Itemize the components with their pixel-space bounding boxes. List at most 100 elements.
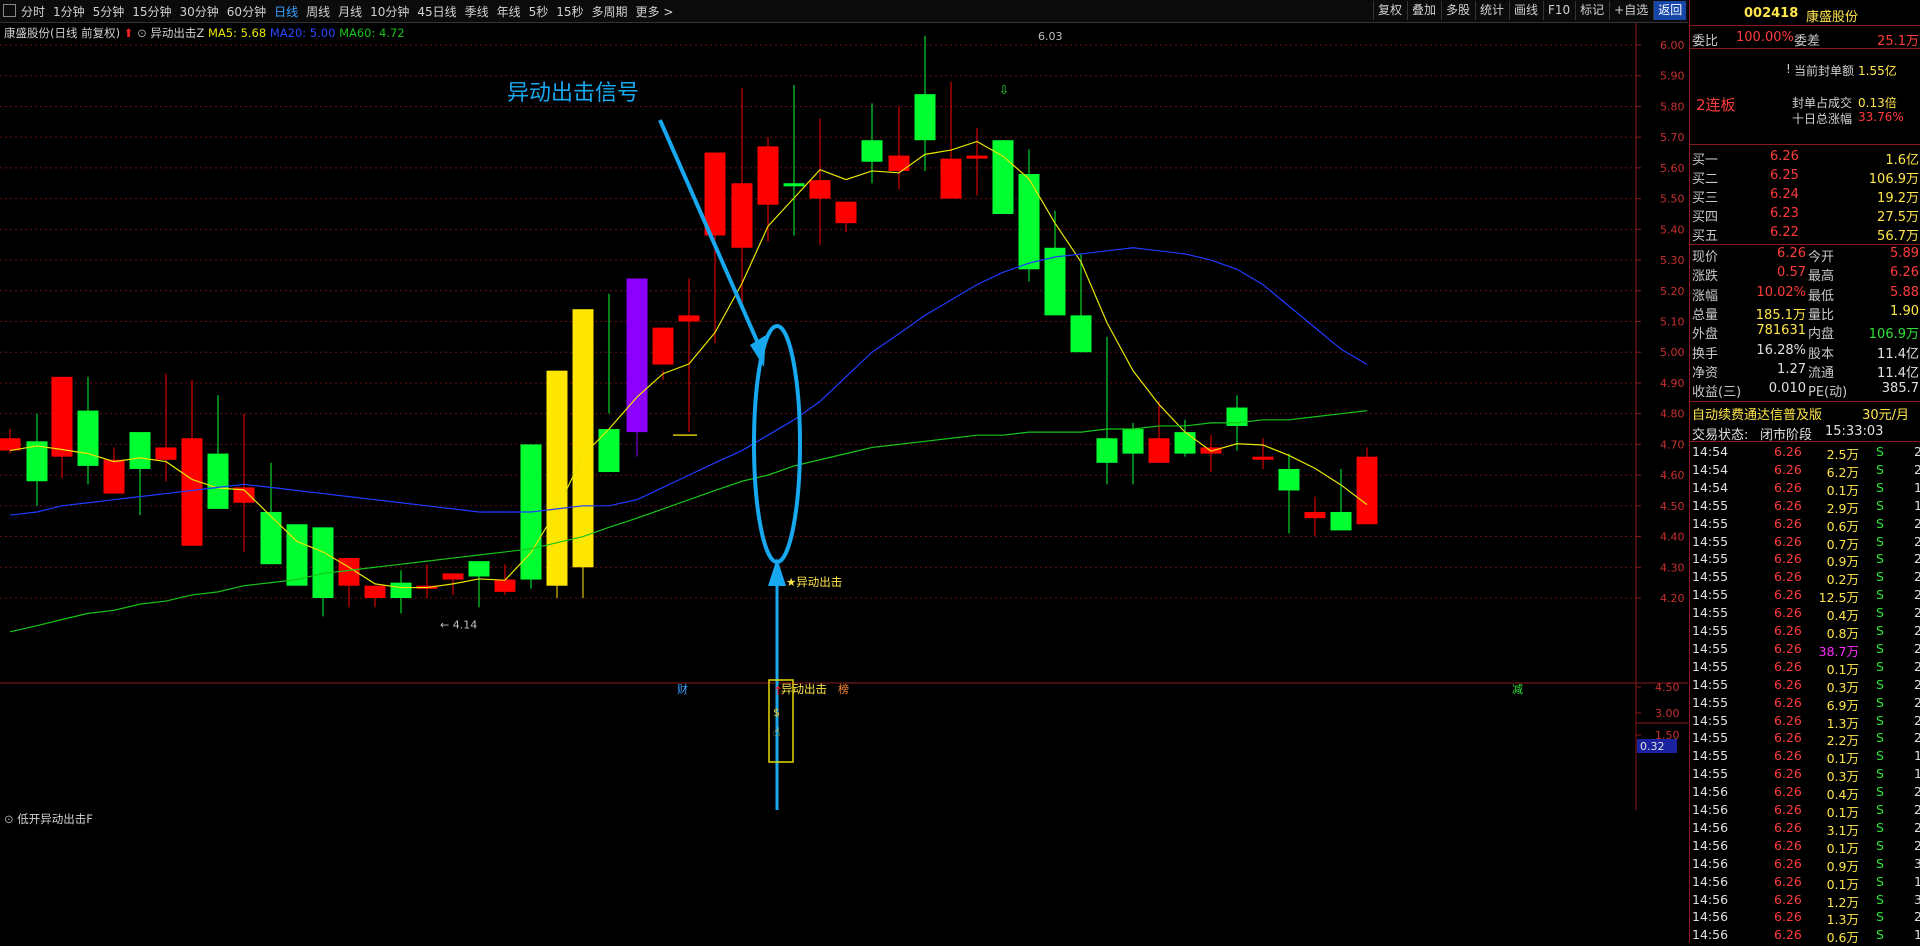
period-tab[interactable]: 5秒 [529,3,549,20]
quote-row: 净资 1.27 流通 11.4亿 [1692,361,1919,381]
quote-row: 收益(三) 0.010 PE(动) 385.7 [1692,381,1919,401]
kline-chart[interactable]: 6.00 5.90 5.80 5.70 5.60 5.50 5.40 5.30 5.20 5.10… [0,23,1688,810]
stock-title: 康盛股份(日线 前复权) [4,26,121,40]
price-tick-label: 4.30 [1660,561,1685,574]
tick-row: 14:54 6.26 0.1万 S 1 [1692,479,1920,498]
ma60-label: MA60: 4.72 [339,26,405,40]
toolbar-button[interactable]: 统计 [1475,1,1508,20]
tick-row: 14:55 6.26 1.3万 S 2 [1692,712,1920,731]
candle [207,395,229,509]
period-tab[interactable]: 日线 [274,3,298,20]
candle [914,35,936,171]
tick-row: 14:55 6.26 0.8万 S 2 [1692,623,1920,641]
ma20-label: MA20: 5.00 [269,26,336,40]
tick-row: 14:56 6.26 0.1万 S 1 [1692,873,1920,892]
candle-body [468,561,490,577]
status-row: 交易状态: 闭市阶段 15:33:03 [1692,424,1884,443]
tick-row: 14:55 6.26 12.5万 S 2 [1692,587,1920,606]
period-tab[interactable]: 15秒 [556,3,583,20]
sub-indicator-name[interactable]: 低开异动出击F [17,812,93,826]
menu-icon[interactable] [3,4,16,17]
bid-row: 买一 6.26 1.6亿 [1692,149,1919,168]
candle-body [155,447,177,460]
candle-body [1330,511,1352,531]
toolbar-button[interactable]: +自选 [1609,1,1652,20]
candle [390,570,412,614]
candle-body [442,573,464,580]
candle-body [312,527,334,598]
candle-body [1044,247,1066,316]
quote-row: 涨跌 0.57 最高 6.26 [1692,265,1919,285]
candle [1096,336,1118,485]
candle [1148,401,1170,463]
candle-body [181,438,203,546]
stock-header: 002418 康盛股份 [1744,6,1859,25]
period-tab[interactable]: 15分钟 [132,3,171,20]
candle [51,376,73,479]
period-tab[interactable]: 多周期 [592,3,628,20]
price-tick-label: 5.30 [1660,254,1685,267]
tick-row: 14:56 6.26 0.4万 S 2 [1692,784,1920,803]
quote-row: 总量 185.1万 量比 1.90 [1692,303,1919,323]
price-tick-label: 4.70 [1660,438,1685,451]
price-tick-label: 5.40 [1660,223,1685,236]
toolbar-button[interactable]: F10 [1543,1,1574,20]
price-tick-label: 4.40 [1660,531,1685,544]
candle-body [992,140,1014,214]
seal-amount-row: ! 当前封单额 1.55亿 [1786,62,1897,78]
divider [1690,48,1920,49]
period-tab[interactable]: 年线 [497,3,521,20]
toolbar-button[interactable]: 多股 [1441,1,1474,20]
candle [809,118,831,245]
period-tab[interactable]: 更多 > [636,3,674,20]
ten-day-row: 十日总涨幅 33.76% [1792,110,1904,126]
candle [546,370,568,598]
candle-body [1096,438,1118,463]
sub-current-value: 0.32 [1640,740,1665,753]
candle-body [888,155,910,171]
tick-row: 14:55 6.26 0.1万 S 1 [1692,748,1920,767]
tick-row: 14:54 6.26 2.5万 S 2 [1692,444,1920,462]
period-tab[interactable]: 1分钟 [53,3,85,20]
period-tab[interactable]: 10分钟 [370,3,409,20]
period-tab[interactable]: 季线 [465,3,489,20]
toolbar-button[interactable]: 画线 [1509,1,1542,20]
weibi-row: 委比 100.00% 委差 25.1万 [1692,30,1919,49]
candle [1252,438,1274,469]
candle [572,309,594,598]
toolbar-button[interactable]: 叠加 [1407,1,1440,20]
annotations: 6.03 ← 4.14 异动出击信号 ★异动出击 ⇩ 财 榜 减 [440,30,1523,810]
tick-row: 14:56 6.26 0.9万 S 3 [1692,855,1920,874]
money-bag-icon: $ [773,706,780,719]
candle-body [914,94,936,141]
quote-row: 现价 6.26 今开 5.89 [1692,246,1919,265]
sub-dropdown-icon[interactable]: ⊙ [4,812,14,826]
price-tick-label: 5.00 [1660,346,1685,359]
tick-row: 14:55 6.26 6.9万 S 2 [1692,694,1920,713]
candle-body [598,429,620,473]
toolbar-button[interactable]: 复权 [1373,1,1406,20]
period-tab[interactable]: 周线 [306,3,330,20]
tick-row: 14:56 6.26 0.1万 S 2 [1692,802,1920,820]
period-tab[interactable]: 分时 [21,3,45,20]
toolbar-button[interactable]: 返回 [1653,1,1687,20]
period-tab[interactable]: 60分钟 [227,3,266,20]
candle [1200,435,1222,473]
period-tab[interactable]: 30分钟 [180,3,219,20]
period-tab[interactable]: 5分钟 [93,3,125,20]
candle-body [678,315,700,322]
candle-body [626,278,648,433]
indicator-dropdown-icon[interactable]: ⊙ [137,26,147,40]
price-tick-label: 5.60 [1660,162,1685,175]
candle [181,379,203,546]
period-tab[interactable]: 月线 [338,3,362,20]
tick-row: 14:56 6.26 0.1万 S 2 [1692,837,1920,856]
bid-row: 买三 6.24 19.2万 [1692,187,1919,206]
candle [155,373,177,482]
period-tab[interactable]: 45日线 [417,3,456,20]
toolbar-button[interactable]: 标记 [1575,1,1608,20]
candle [260,462,282,565]
chart-title-bar: 康盛股份(日线 前复权) ⬆ ⊙ 异动出击Z MA5: 5.68 MA20: 5… [4,25,405,41]
indicator-name[interactable]: 异动出击Z [150,26,204,40]
candle-body [1122,429,1144,454]
